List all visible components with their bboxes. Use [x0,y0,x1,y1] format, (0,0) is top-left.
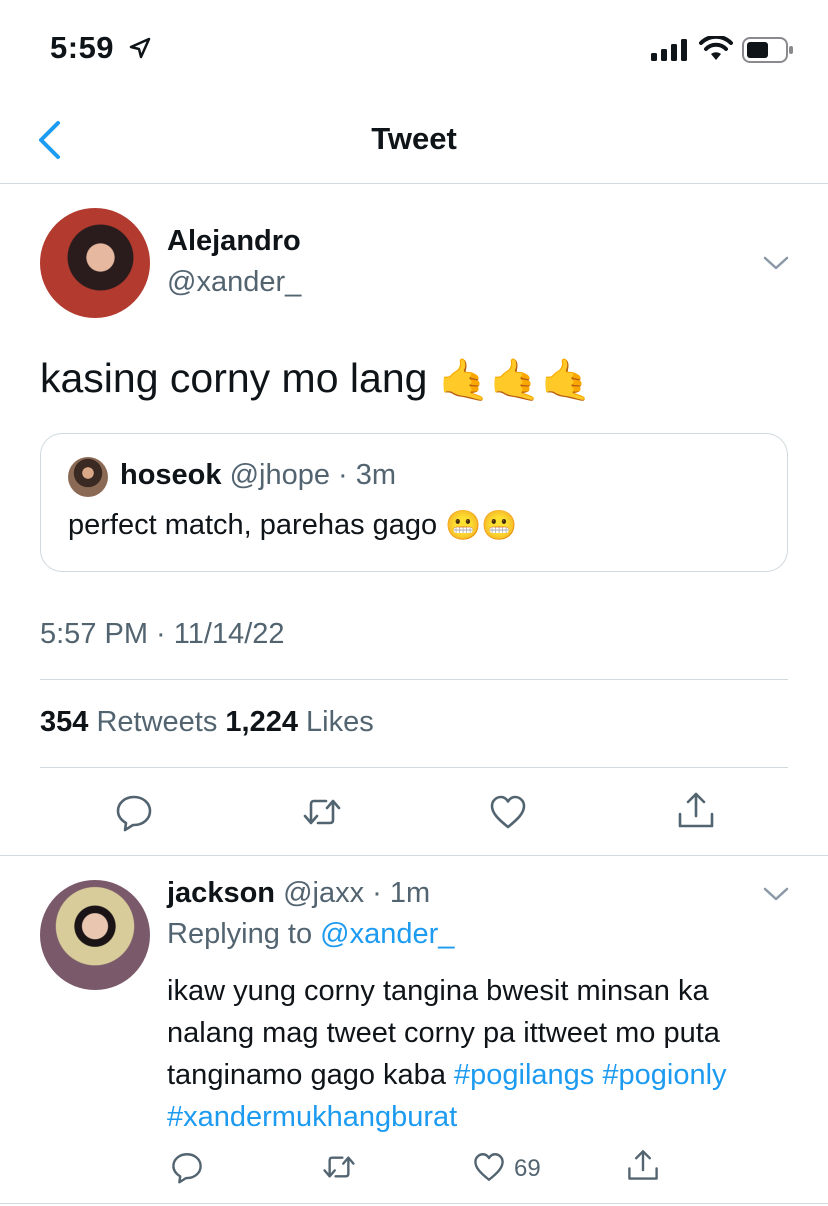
quote-author-handle: @jhope [229,459,330,491]
signal-icon [651,39,687,61]
location-arrow-icon [129,37,151,59]
quote-author-avatar [68,457,108,497]
tweet-text: kasing corny mo lang 🤙🤙🤙 [40,355,592,405]
hashtag-link[interactable]: #xandermukhangburat [167,1101,457,1133]
replying-to-mention[interactable]: @xander_ [320,918,454,950]
tweet-body: kasing corny mo lang [40,355,428,401]
reply-author-name[interactable]: jackson [167,877,275,909]
replying-to: Replying to @xander_ [167,918,454,951]
page-title: Tweet [371,121,457,156]
status-time: 5:59 [50,30,115,65]
retweet-icon[interactable] [322,1150,356,1184]
replying-to-label: Replying to [167,918,313,950]
battery-icon [742,37,793,63]
grimacing-emoji: 😬😬 [445,510,518,543]
share-icon[interactable] [676,790,716,830]
chevron-down-icon[interactable] [762,254,790,272]
tweet-timestamp: 5:57 PM · 11/14/22 [40,618,285,650]
like-icon[interactable] [472,1150,506,1184]
quote-author-name: hoseok [120,459,222,491]
likes-count[interactable]: 1,224 [225,706,298,738]
reply-text: ikaw yung corny tangina bwesit minsan ka… [167,970,797,1138]
divider [0,1203,828,1204]
quote-age: 3m [355,459,397,491]
quote-tweet-card[interactable] [40,433,788,572]
wifi-icon [699,36,733,60]
reply-separator: · [364,877,390,909]
reply-icon[interactable] [170,1150,204,1184]
divider [40,679,788,680]
author-avatar[interactable] [40,208,150,318]
retweet-icon[interactable] [302,792,342,832]
call-me-hand-emoji: 🤙🤙🤙 [438,357,592,404]
author-handle[interactable]: @xander_ [167,266,301,299]
quote-header: hoseok @jhope · 3m [120,459,396,492]
chevron-down-icon[interactable] [762,885,790,903]
retweets-label[interactable]: Retweets [96,706,217,738]
tweet-stats: 354 Retweets 1,224 Likes [40,706,374,739]
nav-divider [0,183,828,184]
reply-author-avatar[interactable] [40,880,150,990]
like-icon[interactable] [488,792,528,832]
quote-separator: · [330,459,356,491]
reply-age: 1m [389,877,431,909]
share-icon[interactable] [626,1148,660,1182]
author-name[interactable]: Alejandro [167,225,301,258]
reply-author-handle[interactable]: @jaxx [283,877,364,909]
likes-label[interactable]: Likes [306,706,374,738]
divider [0,855,828,856]
quote-text: perfect match, parehas gago 😬😬 [68,509,517,543]
hashtag-link[interactable]: #pogionly [602,1059,726,1091]
hashtag-link[interactable]: #pogilangs [454,1059,594,1091]
reply-icon[interactable] [114,792,154,832]
retweets-count[interactable]: 354 [40,706,88,738]
quote-body: perfect match, parehas gago [68,509,438,541]
reply-like-count: 69 [514,1155,541,1182]
reply-header: jackson @jaxx · 1m [167,877,430,910]
divider [40,767,788,768]
